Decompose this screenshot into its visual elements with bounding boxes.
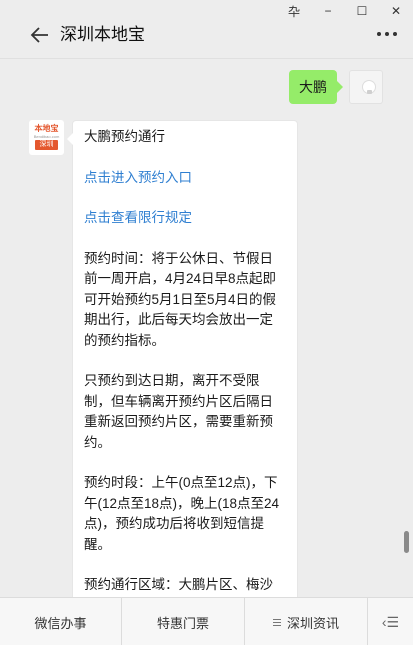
message-list[interactable]: 大鹏 本地宝 Bendibao.com 深圳 大鹏预约通行 点击进入预约入口 点…	[0, 59, 413, 597]
menu-item-wechat-services[interactable]: 微信办事	[0, 598, 122, 645]
logo-text: 本地宝	[34, 124, 59, 133]
more-options-icon[interactable]	[377, 32, 397, 36]
menu-item-shenzhen-news[interactable]: 深圳资讯	[245, 598, 368, 645]
chat-title: 深圳本地宝	[60, 25, 145, 44]
reservation-entry-link[interactable]: 点击进入预约入口	[84, 168, 285, 189]
incoming-bubble: 大鹏预约通行 点击进入预约入口 点击查看限行规定 预约时间：将于公休日、节假日前…	[67, 120, 298, 597]
bottom-menu: 微信办事 特惠门票 深圳资讯 ‹☰	[0, 597, 413, 645]
back-arrow-icon[interactable]	[30, 24, 50, 46]
menu-item-label: 深圳资讯	[286, 615, 339, 631]
message-title: 大鹏预约通行	[84, 129, 165, 144]
logo-subtext: Bendibao.com	[33, 134, 60, 139]
keyboard-toggle-icon[interactable]: ‹☰	[368, 598, 413, 645]
menu-item-discount-tickets[interactable]: 特惠门票	[122, 598, 245, 645]
account-avatar[interactable]: 本地宝 Bendibao.com 深圳	[29, 120, 64, 155]
reservation-time-text: 预约时间：将于公休日、节假日前一周开启，4月24日早8点起即可开始预约5月1日至…	[84, 250, 277, 348]
chat-header: 深圳本地宝	[0, 14, 413, 58]
logo-tag: 深圳	[35, 140, 58, 150]
arrival-date-text: 只预约到达日期，离开不受限制，但车辆离开预约片区后隔日重新返回预约片区，需要重新…	[84, 373, 273, 450]
submenu-icon	[272, 618, 281, 626]
outgoing-bubble: 大鹏	[289, 70, 343, 104]
scrollbar-thumb[interactable]	[404, 531, 409, 553]
time-slot-text: 预约时段：上午(0点至12点)，下午(12点至18点)，晚上(18点至24点)，…	[84, 475, 280, 552]
restriction-rules-link[interactable]: 点击查看限行规定	[84, 208, 285, 229]
outgoing-message: 大鹏	[289, 70, 383, 104]
area-text: 预约通行区域：大鹏片区、梅沙片区（具体可查限行规定里的内容）	[84, 577, 273, 592]
user-avatar[interactable]	[349, 70, 383, 104]
